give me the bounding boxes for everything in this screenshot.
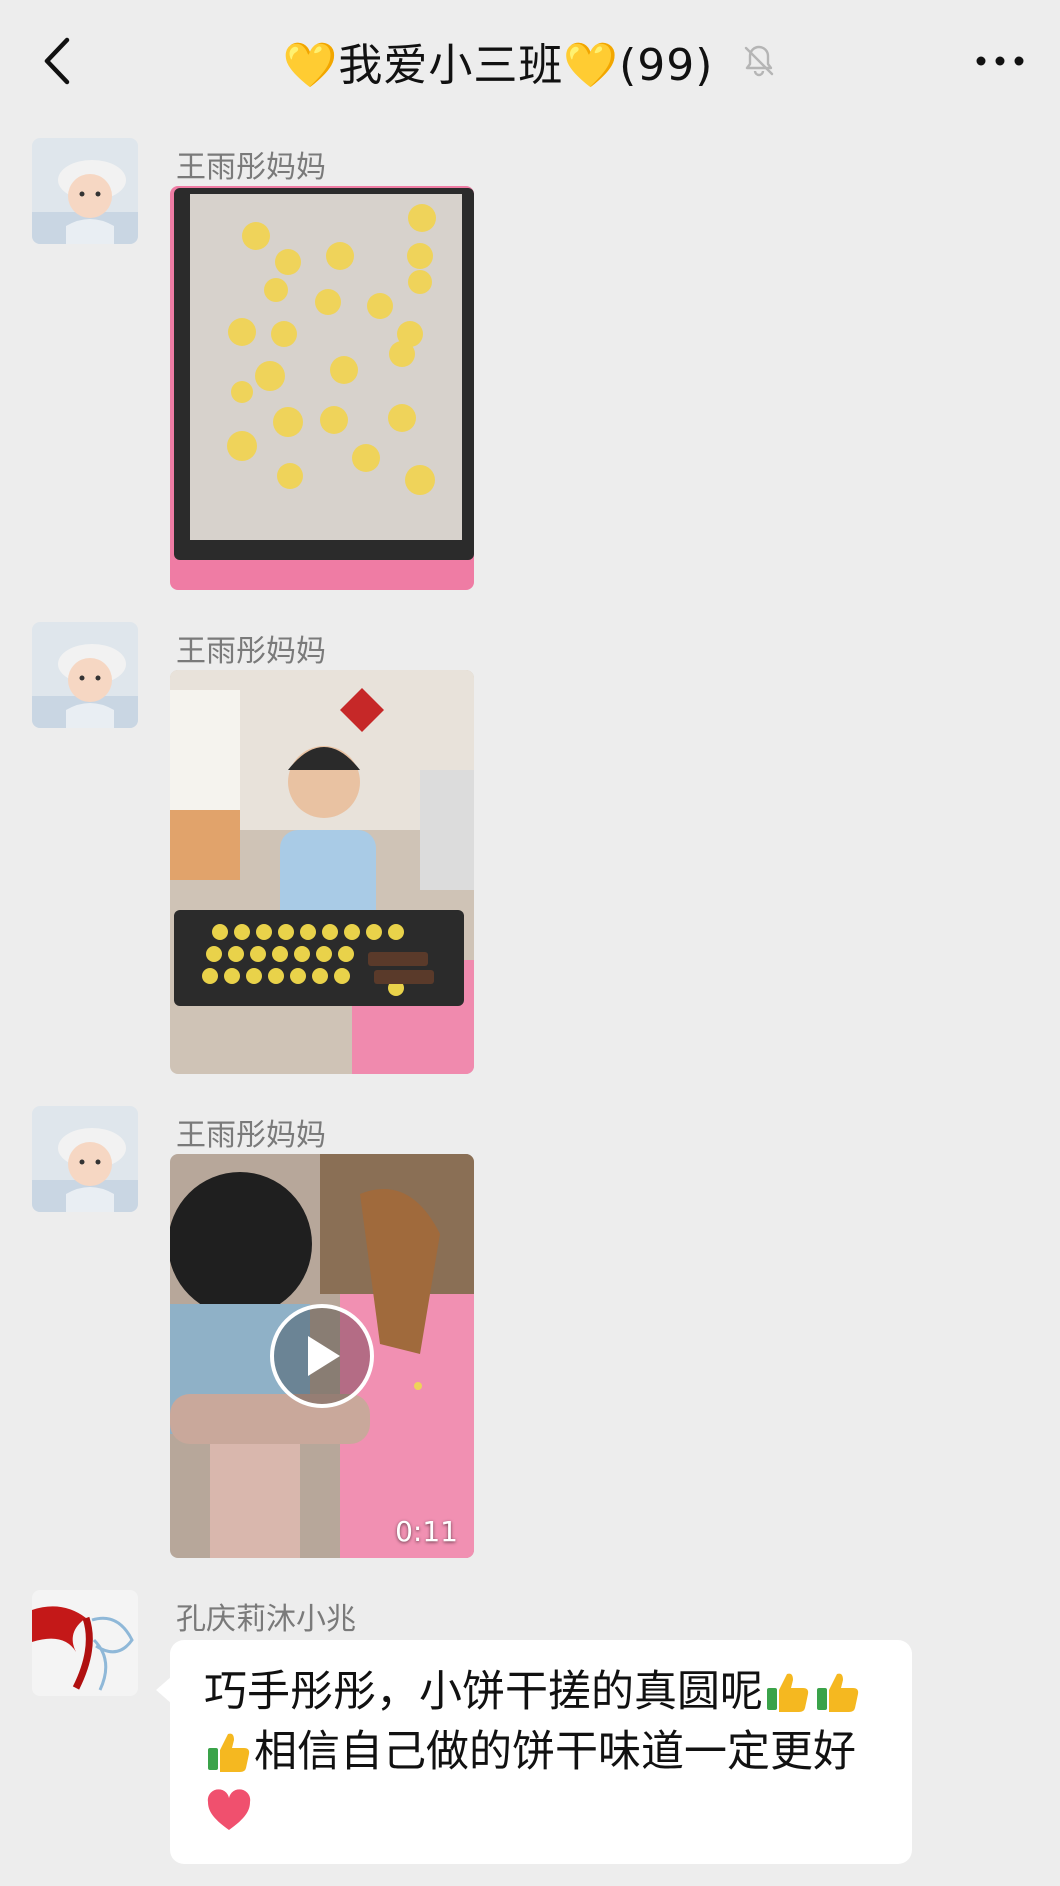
more-dots-icon: [976, 56, 1024, 66]
thumbs-up-icon: [208, 1733, 250, 1772]
text-message-bubble[interactable]: 巧手彤彤，小饼干搓的真圆呢相信自己做的饼干味道一定更好: [170, 1640, 912, 1864]
boy-holding-tray-image: [170, 670, 474, 1074]
chat-header: 💛我爱小三班💛(99): [0, 0, 1060, 122]
child-avatar-image: [32, 1106, 138, 1212]
image-message[interactable]: [170, 670, 474, 1074]
cookie-dough-balls-image: [170, 186, 474, 590]
more-button[interactable]: [970, 36, 1030, 86]
child-avatar-image: [32, 138, 138, 244]
sender-name: 王雨彤妈妈: [176, 150, 326, 185]
ribbon-avatar-image: [32, 1590, 138, 1696]
play-button[interactable]: [270, 1304, 374, 1408]
sender-name: 孔庆莉沐小兆: [176, 1602, 356, 1637]
back-button[interactable]: [36, 36, 76, 86]
message-text-part-1: 巧手彤彤，小饼干搓的真圆呢: [204, 1667, 763, 1717]
avatar[interactable]: [32, 622, 138, 728]
image-message[interactable]: [170, 186, 474, 590]
sender-name: 王雨彤妈妈: [176, 634, 326, 669]
video-duration: 0:11: [395, 1515, 458, 1548]
avatar[interactable]: [32, 1106, 138, 1212]
thumbs-up-icon: [817, 1673, 859, 1712]
thumbs-up-icon: [767, 1673, 809, 1712]
avatar[interactable]: [32, 1590, 138, 1696]
chevron-left-icon: [44, 37, 70, 85]
heart-icon: [207, 1789, 251, 1830]
play-icon: [308, 1336, 340, 1376]
message-text-part-2: 相信自己做的饼干味道一定更好: [254, 1727, 856, 1777]
sender-name: 王雨彤妈妈: [176, 1118, 326, 1153]
video-message[interactable]: 0:11: [170, 1154, 474, 1558]
chat-title: 💛我爱小三班💛(99): [282, 40, 714, 91]
child-avatar-image: [32, 622, 138, 728]
avatar[interactable]: [32, 138, 138, 244]
bell-off-icon: [745, 45, 774, 77]
chat-title-wrap: 💛我爱小三班💛(99): [283, 29, 778, 93]
